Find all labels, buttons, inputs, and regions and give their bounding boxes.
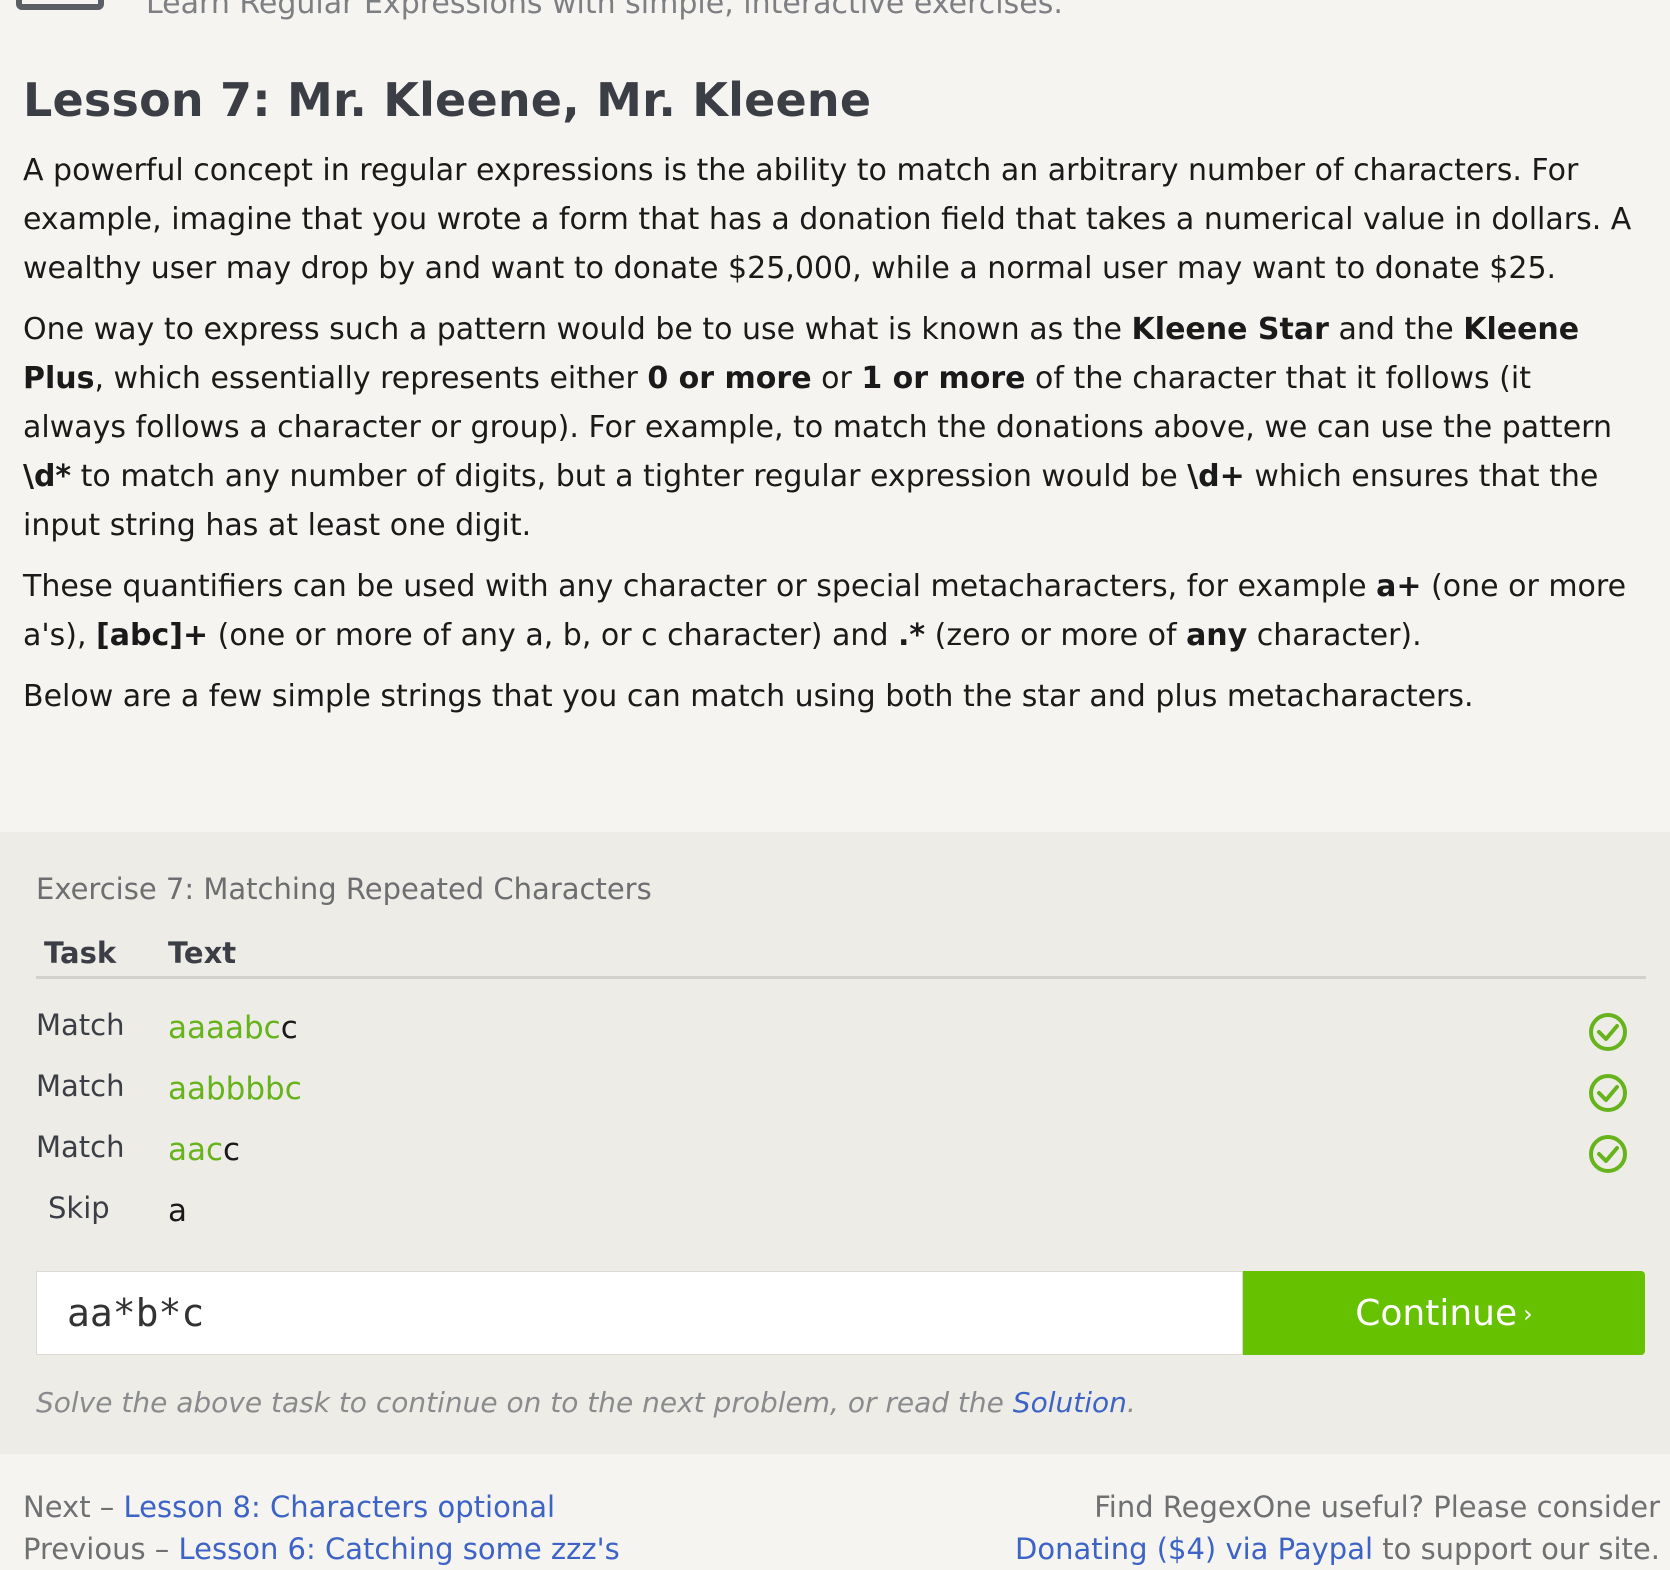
- task-text: aacc: [168, 1132, 240, 1168]
- exercise-title: Exercise 7: Matching Repeated Characters: [36, 872, 652, 906]
- column-header-task: Task: [44, 936, 117, 970]
- bold-term: .*: [898, 618, 926, 653]
- text-span: , which essentially represents either: [94, 361, 648, 396]
- text-span: and the: [1328, 312, 1464, 347]
- lesson-paragraph-4: Below are a few simple strings that you …: [23, 679, 1474, 714]
- task-row: Match aabbbbc: [36, 1065, 1646, 1125]
- exercise-hint: Solve the above task to continue on to t…: [36, 1386, 1136, 1419]
- bold-term: \d*: [23, 459, 72, 494]
- check-circle-icon: [1589, 1013, 1627, 1051]
- unmatched-text: a: [168, 1193, 187, 1229]
- task-label: Match: [36, 1130, 125, 1164]
- matched-text: aac: [168, 1132, 224, 1168]
- site-tagline: Learn Regular Expressions with simple, i…: [146, 0, 1063, 21]
- text-span: (zero or more of: [925, 618, 1187, 653]
- text-span: One way to express such a pattern would …: [23, 312, 1132, 347]
- bold-term: any: [1186, 618, 1248, 653]
- next-lesson-line: Next – Lesson 8: Characters optional: [23, 1486, 620, 1528]
- donation-line-2: Donating ($4) via Paypal to support our …: [1015, 1528, 1660, 1570]
- task-label: Match: [36, 1069, 125, 1103]
- regex-input[interactable]: aa*b*c: [36, 1271, 1243, 1355]
- lesson-paragraph-1: A powerful concept in regular expression…: [23, 153, 1632, 286]
- site-header: Learn Regular Expressions with simple, i…: [0, 0, 1670, 24]
- matched-text: aaaabc: [168, 1010, 281, 1046]
- text-span: to match any number of digits, but a tig…: [71, 459, 1188, 494]
- lesson-content: Lesson 7: Mr. Kleene, Mr. Kleene A power…: [23, 70, 1643, 721]
- lesson-paragraph-3: These quantifiers can be used with any c…: [23, 562, 1643, 660]
- donation-line-end: to support our site.: [1373, 1532, 1660, 1566]
- bold-term: [abc]+: [96, 618, 209, 653]
- text-span: (one or more of any a, b, or c character…: [208, 618, 899, 653]
- site-logo[interactable]: [16, 0, 104, 10]
- continue-label: Continue: [1355, 1293, 1518, 1334]
- exercise-table-header: Task Text: [36, 928, 1646, 979]
- next-lesson-link[interactable]: Lesson 8: Characters optional: [124, 1490, 556, 1524]
- task-row: Match aaaabcc: [36, 1004, 1646, 1064]
- lesson-paragraph-2: One way to express such a pattern would …: [23, 305, 1643, 550]
- matched-text: aabbbbc: [168, 1071, 302, 1107]
- bold-term: \d+: [1187, 459, 1245, 494]
- text-span: or: [811, 361, 862, 396]
- task-row: Skip a: [36, 1187, 1646, 1247]
- column-header-text: Text: [168, 936, 237, 970]
- task-row: Match aacc: [36, 1126, 1646, 1186]
- hint-text: Solve the above task to continue on to t…: [36, 1386, 1013, 1419]
- bold-term: 1 or more: [861, 361, 1026, 396]
- previous-lesson-link[interactable]: Lesson 6: Catching some zzz's: [179, 1532, 620, 1566]
- task-text: a: [168, 1193, 187, 1229]
- donate-link[interactable]: Donating ($4) via Paypal: [1015, 1532, 1373, 1566]
- check-circle-icon: [1589, 1074, 1627, 1112]
- lesson-title: Lesson 7: Mr. Kleene, Mr. Kleene: [23, 73, 872, 127]
- previous-label: Previous –: [23, 1532, 179, 1566]
- task-label: Skip: [48, 1191, 110, 1225]
- donation-line-1: Find RegexOne useful? Please consider: [1094, 1490, 1660, 1524]
- task-text: aabbbbc: [168, 1071, 302, 1107]
- text-span: character).: [1247, 618, 1422, 653]
- check-circle-icon: [1589, 1135, 1627, 1173]
- bold-term: 0 or more: [647, 361, 812, 396]
- lesson-navigation: Next – Lesson 8: Characters optional Pre…: [23, 1486, 620, 1570]
- task-label: Match: [36, 1008, 125, 1042]
- solution-link[interactable]: Solution: [1013, 1386, 1127, 1419]
- unmatched-text: c: [223, 1132, 241, 1168]
- chevron-right-icon: ›: [1523, 1300, 1533, 1328]
- donation-note: Find RegexOne useful? Please consider Do…: [1015, 1486, 1660, 1570]
- text-span: These quantifiers can be used with any c…: [23, 569, 1377, 604]
- hint-end: .: [1126, 1386, 1136, 1419]
- next-label: Next –: [23, 1490, 124, 1524]
- bold-term: Kleene Star: [1131, 312, 1329, 347]
- bold-term: a+: [1376, 569, 1422, 604]
- unmatched-text: c: [280, 1010, 298, 1046]
- exercise-panel: Exercise 7: Matching Repeated Characters…: [0, 832, 1670, 1454]
- previous-lesson-line: Previous – Lesson 6: Catching some zzz's: [23, 1528, 620, 1570]
- continue-button[interactable]: Continue ›: [1243, 1271, 1645, 1355]
- task-text: aaaabcc: [168, 1010, 298, 1046]
